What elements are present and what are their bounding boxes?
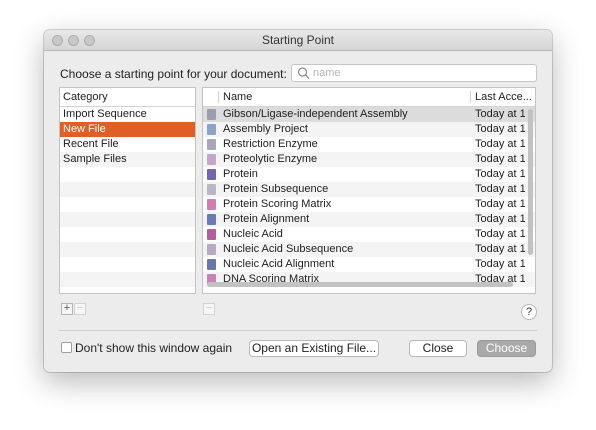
last-accessed-value: Today at 11: (475, 198, 525, 210)
category-item-label: Recent File (63, 138, 119, 150)
file-type-row[interactable]: Assembly Project Today at 11: (203, 122, 535, 137)
file-header-row: Name Last Acce... (203, 88, 535, 107)
category-item[interactable]: Recent File (60, 137, 195, 152)
document-icon (207, 259, 216, 270)
prompt-label: Choose a starting point for your documen… (60, 67, 287, 81)
file-type-row[interactable]: Nucleic Acid Today at 11: (203, 227, 535, 242)
window-title: Starting Point (261, 33, 335, 47)
document-icon (207, 184, 216, 195)
dont-show-label[interactable]: Don't show this window again (75, 341, 232, 355)
last-accessed-value: Today at 11: (475, 153, 525, 165)
category-item-label: New File (63, 123, 106, 135)
title-bar[interactable]: Starting Point (44, 30, 552, 51)
file-type-name: Protein Scoring Matrix (223, 198, 332, 210)
empty-row (60, 212, 195, 227)
file-type-name: Protein (223, 168, 258, 180)
search-field[interactable] (291, 64, 537, 82)
file-type-row[interactable]: Restriction Enzyme Today at 11: (203, 137, 535, 152)
file-type-panel: Name Last Acce... Gibson/Ligase-independ… (202, 87, 536, 294)
empty-row (60, 167, 195, 182)
file-type-name: Protein Subsequence (223, 183, 329, 195)
dont-show-checkbox[interactable] (61, 342, 72, 353)
search-input[interactable] (313, 65, 528, 81)
vertical-scrollbar[interactable] (528, 109, 533, 255)
category-panel: Category Import Sequence New File Recent F… (59, 87, 196, 294)
file-type-list: Gibson/Ligase-independent Assembly Today … (203, 107, 535, 287)
close-button[interactable]: Close (409, 340, 467, 357)
document-icon (207, 109, 216, 120)
column-separator (218, 91, 219, 103)
last-accessed-value: Today at 11: (475, 213, 525, 225)
last-accessed-value: Today at 11: (475, 183, 525, 195)
last-accessed-value: Today at 11: (475, 258, 525, 270)
empty-row (60, 257, 195, 272)
document-icon (207, 199, 216, 210)
category-header-row[interactable]: Category (60, 88, 195, 107)
remove-category-button[interactable]: − (74, 303, 86, 315)
name-column-header[interactable]: Name (223, 91, 252, 103)
file-type-name: Protein Alignment (223, 213, 310, 225)
document-icon (207, 124, 216, 135)
document-icon (207, 244, 216, 255)
file-type-row[interactable]: Nucleic Acid Alignment Today at 11: (203, 257, 535, 272)
last-accessed-value: Today at 11: (475, 228, 525, 240)
remove-file-button[interactable]: − (203, 303, 215, 315)
empty-row (60, 197, 195, 212)
last-accessed-column-header[interactable]: Last Acce... (475, 91, 532, 103)
file-type-name: Nucleic Acid (223, 228, 283, 240)
category-item-label: Sample Files (63, 153, 127, 165)
file-type-name: Assembly Project (223, 123, 308, 135)
search-icon (297, 67, 310, 79)
category-item[interactable]: New File (60, 122, 195, 137)
starting-point-window: Starting Point Choose a starting point f… (44, 30, 552, 372)
empty-row (60, 272, 195, 287)
file-type-name: Restriction Enzyme (223, 138, 318, 150)
horizontal-scrollbar[interactable] (207, 282, 513, 287)
last-accessed-value: Today at 11: (475, 108, 525, 120)
last-accessed-value: Today at 11: (475, 243, 525, 255)
empty-row (60, 227, 195, 242)
file-type-row[interactable]: Protein Scoring Matrix Today at 11: (203, 197, 535, 212)
file-type-name: Nucleic Acid Subsequence (223, 243, 354, 255)
document-icon (207, 169, 216, 180)
last-accessed-value: Today at 11: (475, 168, 525, 180)
column-separator[interactable] (470, 91, 471, 103)
last-accessed-value: Today at 11: (475, 138, 525, 150)
file-type-row[interactable]: Protein Alignment Today at 11: (203, 212, 535, 227)
empty-row (60, 182, 195, 197)
divider (59, 330, 537, 331)
file-type-row[interactable]: Nucleic Acid Subsequence Today at 11: (203, 242, 535, 257)
file-type-row[interactable]: Gibson/Ligase-independent Assembly Today … (203, 107, 535, 122)
category-item[interactable]: Sample Files (60, 152, 195, 167)
file-type-row[interactable]: Proteolytic Enzyme Today at 11: (203, 152, 535, 167)
open-existing-file-button[interactable]: Open an Existing File... (249, 340, 379, 357)
category-item[interactable]: Import Sequence (60, 107, 195, 122)
file-type-name: Nucleic Acid Alignment (223, 258, 335, 270)
document-icon (207, 229, 216, 240)
file-type-row[interactable]: Protein Subsequence Today at 11: (203, 182, 535, 197)
file-type-row[interactable]: Protein Today at 11: (203, 167, 535, 182)
document-icon (207, 139, 216, 150)
empty-row (60, 242, 195, 257)
file-type-name: Proteolytic Enzyme (223, 153, 318, 165)
category-column-header[interactable]: Category (63, 91, 108, 103)
last-accessed-value: Today at 11: (475, 123, 525, 135)
help-button[interactable]: ? (521, 304, 537, 320)
category-list: Import Sequence New File Recent File Sample… (60, 107, 195, 287)
add-category-button[interactable]: + (61, 303, 73, 315)
document-icon (207, 154, 216, 165)
choose-button[interactable]: Choose (477, 340, 536, 357)
file-type-name: Gibson/Ligase-independent Assembly (223, 108, 408, 120)
category-item-label: Import Sequence (63, 108, 147, 120)
document-icon (207, 214, 216, 225)
